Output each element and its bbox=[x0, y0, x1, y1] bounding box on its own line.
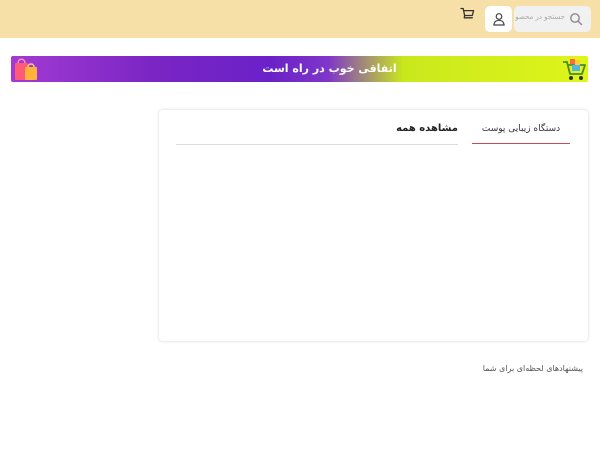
top-header: جستجو در محصو bbox=[0, 0, 600, 38]
shopping-cart-icon bbox=[563, 59, 586, 80]
banner-text: اتفاقی خوب در راه است bbox=[262, 62, 397, 75]
active-tab-indicator bbox=[472, 143, 570, 144]
user-account-button[interactable] bbox=[485, 6, 512, 32]
search-placeholder: جستجو در محصو bbox=[515, 13, 565, 21]
view-all-link[interactable]: مشاهده همه bbox=[384, 123, 458, 134]
tab-skin-beauty-devices[interactable]: دستگاه زیبایی پوست bbox=[472, 124, 570, 134]
suggestions-title: پیشنهادهای لحظه‌ای برای شما bbox=[482, 364, 583, 373]
promo-banner[interactable]: اتفاقی خوب در راه است bbox=[11, 56, 588, 82]
search-input[interactable]: جستجو در محصو bbox=[514, 6, 591, 32]
cart-icon[interactable] bbox=[460, 7, 475, 21]
product-section-card: دستگاه زیبایی پوست مشاهده همه bbox=[159, 110, 588, 341]
user-icon bbox=[492, 13, 505, 26]
tab-divider bbox=[176, 144, 458, 145]
search-icon bbox=[570, 13, 583, 26]
